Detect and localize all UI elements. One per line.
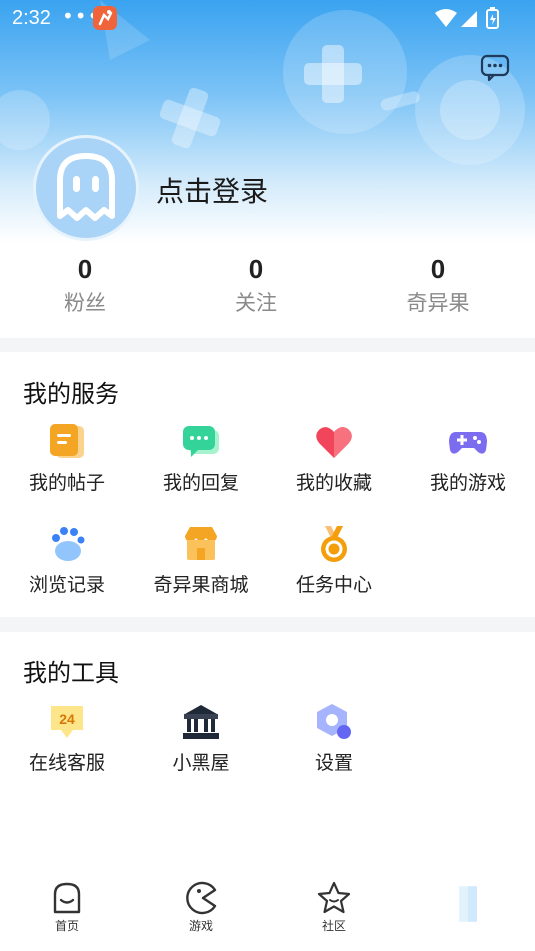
tool-label: 设置 <box>314 752 353 774</box>
services-title: 我的服务 <box>23 380 119 408</box>
tab-community[interactable]: 社区 <box>267 880 401 934</box>
wifi-icon <box>435 9 457 27</box>
login-prompt[interactable]: 点击登录 <box>156 170 268 210</box>
tool-label: 小黑屋 <box>172 752 230 774</box>
home-icon <box>53 882 81 914</box>
service-browse-history[interactable]: 浏览记录 <box>0 524 134 597</box>
stat-value: 0 <box>248 254 264 284</box>
support-24-icon: 24 <box>51 706 83 738</box>
stat-label: 关注 <box>235 291 277 315</box>
avatar[interactable] <box>33 135 139 241</box>
ghost-avatar-icon <box>57 153 115 221</box>
stat-fans[interactable]: 0 粉丝 <box>25 254 145 317</box>
service-label: 浏览记录 <box>28 574 105 596</box>
shop-icon <box>185 527 217 560</box>
tab-label: 社区 <box>321 919 346 933</box>
battery-icon <box>486 7 499 29</box>
service-my-favorites[interactable]: 我的收藏 <box>267 422 401 495</box>
service-my-replies[interactable]: 我的回复 <box>134 422 268 495</box>
tab-games[interactable]: 游戏 <box>134 880 268 934</box>
gamepad-icon <box>449 432 487 454</box>
star-icon <box>317 881 351 914</box>
tool-settings[interactable]: 设置 <box>267 702 401 775</box>
services-card: 我的服务 我的帖子 我的回复 我的收藏 我的游戏 浏览记录 奇异果商城 任务中心 <box>0 352 535 617</box>
bottom-tab-bar: 首页 游戏 社区 <box>0 866 535 951</box>
chat-bubble-icon <box>480 54 510 82</box>
app-notification-icon <box>93 6 117 30</box>
jail-building-icon <box>183 705 219 739</box>
tab-profile[interactable] <box>401 880 535 927</box>
tool-label: 在线客服 <box>28 752 105 774</box>
service-kiwi-shop[interactable]: 奇异果商城 <box>134 524 268 597</box>
message-button[interactable] <box>480 54 510 82</box>
stat-value: 0 <box>77 254 93 284</box>
service-label: 我的帖子 <box>28 472 105 494</box>
stat-label: 粉丝 <box>64 291 106 315</box>
service-label: 任务中心 <box>295 574 372 596</box>
support-badge: 24 <box>59 711 75 727</box>
pacman-icon <box>186 881 217 915</box>
stat-value: 0 <box>430 254 446 284</box>
posts-icon <box>50 424 84 458</box>
signal-icon <box>461 11 477 27</box>
profile-tab-icon <box>459 886 477 922</box>
tools-card: 我的工具 24 在线客服 小黑屋 设置 <box>0 632 535 866</box>
tool-blackroom[interactable]: 小黑屋 <box>134 702 268 775</box>
profile-header: 2:32 ••• 点击登录 0 粉丝 0 关注 0 奇异果 <box>0 0 535 338</box>
status-time: 2:32 <box>12 7 51 29</box>
tab-label: 游戏 <box>188 919 213 933</box>
status-bar: 2:32 ••• <box>0 0 535 36</box>
service-label: 我的收藏 <box>295 472 372 494</box>
heart-icon <box>316 427 352 458</box>
service-label: 我的回复 <box>162 472 239 494</box>
status-icons <box>435 7 499 29</box>
stat-label: 奇异果 <box>406 291 470 315</box>
settings-hexagon-icon <box>317 704 351 739</box>
tools-title: 我的工具 <box>23 659 119 687</box>
tab-home[interactable]: 首页 <box>0 880 134 934</box>
medal-icon <box>321 526 347 562</box>
service-label: 我的游戏 <box>429 472 506 494</box>
service-label: 奇异果商城 <box>153 574 249 596</box>
tool-online-support[interactable]: 24 在线客服 <box>0 702 134 775</box>
paw-icon <box>52 527 85 561</box>
stat-following[interactable]: 0 关注 <box>196 254 316 317</box>
reply-icon <box>183 426 219 457</box>
service-task-center[interactable]: 任务中心 <box>267 524 401 597</box>
service-my-posts[interactable]: 我的帖子 <box>0 422 134 495</box>
tab-label: 首页 <box>54 919 79 933</box>
stat-kiwi[interactable]: 0 奇异果 <box>378 254 498 317</box>
service-my-games[interactable]: 我的游戏 <box>401 422 535 495</box>
